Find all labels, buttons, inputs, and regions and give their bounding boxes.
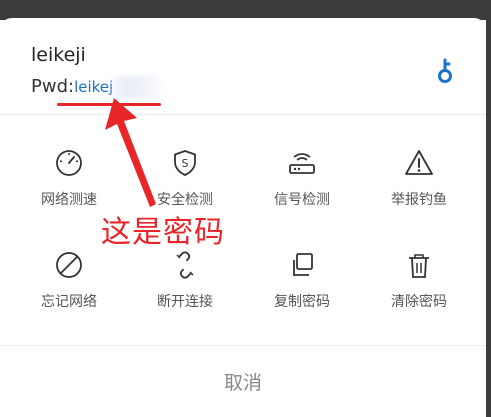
- key-icon[interactable]: [433, 58, 457, 84]
- action-report-phishing[interactable]: 举报钓鱼: [359, 148, 479, 228]
- copy-icon: [293, 253, 313, 276]
- broken-link-icon: [176, 251, 194, 279]
- status-bar: [0, 0, 491, 20]
- action-label: 断开连接: [157, 294, 213, 310]
- action-label: 复制密码: [274, 294, 330, 310]
- annotation-text: 这是密码: [101, 215, 225, 250]
- password-label: Pwd:: [31, 76, 75, 97]
- action-label: 安全检测: [157, 192, 213, 208]
- forbidden-icon: [56, 252, 82, 278]
- warning-icon: [405, 150, 433, 175]
- action-label: 清除密码: [391, 294, 447, 310]
- screen-edge: [486, 0, 491, 417]
- action-disconnect[interactable]: 断开连接: [125, 250, 245, 330]
- cancel-label: 取消: [223, 372, 262, 394]
- router-icon: [289, 153, 315, 174]
- action-clear-password[interactable]: 清除密码: [359, 250, 479, 330]
- action-signal-check[interactable]: 信号检测: [242, 148, 362, 228]
- action-label: 信号检测: [274, 192, 330, 208]
- action-label: 忘记网络: [41, 294, 97, 310]
- wifi-password-row: Pwd:leikej: [31, 76, 113, 97]
- svg-text:S: S: [182, 157, 189, 170]
- password-underline-annotation: [57, 103, 161, 106]
- action-label: 网络测速: [41, 192, 97, 208]
- speedometer-icon: [56, 150, 82, 176]
- shield-s-icon: S: [174, 150, 196, 176]
- wifi-ssid: leikeji: [31, 44, 86, 66]
- password-blur-mask: [108, 76, 160, 98]
- trash-icon: [409, 254, 429, 278]
- action-forget-network[interactable]: 忘记网络: [9, 250, 129, 330]
- divider: [0, 114, 486, 115]
- action-label: 举报钓鱼: [391, 192, 447, 208]
- cancel-button[interactable]: 取消: [0, 346, 486, 417]
- action-copy-password[interactable]: 复制密码: [242, 250, 362, 330]
